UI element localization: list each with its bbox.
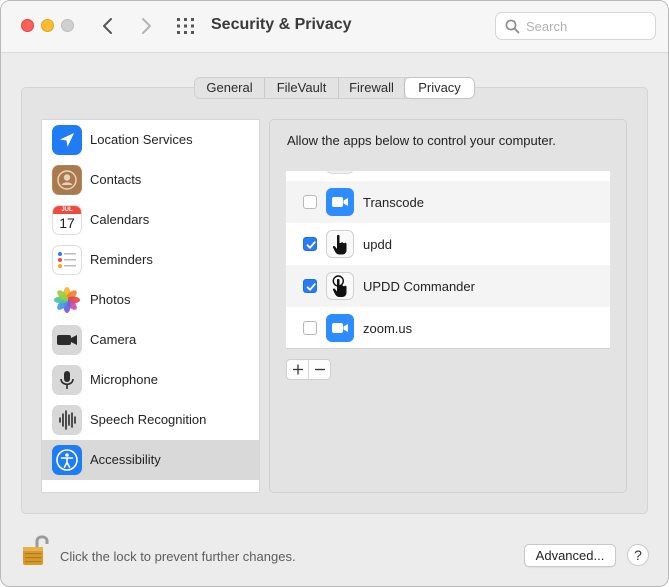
sidebar-item-contacts[interactable]: Contacts (42, 160, 259, 200)
sidebar-item-label: Calendars (90, 212, 150, 227)
sidebar-item-speech-recognition[interactable]: Speech Recognition (42, 400, 259, 440)
checkmark-icon (306, 241, 316, 249)
hand-pointer-icon (326, 230, 354, 258)
window-title: Security & Privacy (211, 16, 352, 33)
app-label: zoom.us (363, 321, 413, 336)
app-label: updd (363, 237, 392, 252)
chevron-left-icon (103, 18, 112, 34)
reminders-icon (52, 245, 82, 275)
lock-status-text: Click the lock to prevent further change… (60, 549, 296, 564)
sidebar-item-label: Reminders (90, 252, 153, 267)
sidebar-item-microphone[interactable]: Microphone (42, 360, 259, 400)
camera-icon (52, 325, 82, 355)
checkmark-icon (306, 283, 316, 291)
add-remove-control (286, 359, 331, 380)
zoom-video-icon (326, 314, 354, 342)
hand-touch-icon (326, 272, 354, 300)
sidebar-item-location-services[interactable]: Location Services (42, 120, 259, 160)
remove-app-button[interactable] (309, 360, 331, 379)
minus-icon (315, 368, 325, 371)
lock-button[interactable] (20, 533, 53, 569)
zoom-video-icon (326, 188, 354, 216)
search-field[interactable] (495, 12, 656, 40)
app-label: UPDD Commander (363, 279, 475, 294)
tab-privacy[interactable]: Privacy (405, 78, 474, 98)
sidebar-item-label: Speech Recognition (90, 412, 207, 427)
sidebar-item-camera[interactable]: Camera (42, 320, 259, 360)
app-row-zoom[interactable]: zoom.us (286, 307, 610, 348)
accessibility-icon (52, 445, 82, 475)
list-item-partial[interactable] (286, 171, 610, 181)
zoom-window-button[interactable] (61, 19, 74, 32)
calendar-day: 17 (59, 215, 75, 231)
sidebar-item-calendars[interactable]: JUL 17 Calendars (42, 200, 259, 240)
app-row-transcode[interactable]: Transcode (286, 181, 610, 223)
updd-commander-checkbox[interactable] (303, 279, 317, 293)
chevron-right-icon (142, 18, 151, 34)
add-app-button[interactable] (287, 360, 309, 379)
sidebar-item-reminders[interactable]: Reminders (42, 240, 259, 280)
forward-button[interactable] (135, 14, 157, 38)
help-button[interactable]: ? (627, 544, 649, 566)
photos-icon (52, 285, 82, 315)
advanced-button[interactable]: Advanced... (524, 544, 616, 567)
app-label: Transcode (363, 195, 424, 210)
calendar-month: JUL (53, 206, 81, 214)
tab-bar: General FileVault Firewall Privacy (194, 77, 475, 99)
sidebar-item-partial[interactable] (42, 488, 259, 492)
microphone-icon (52, 365, 82, 395)
plus-icon (293, 364, 303, 375)
grid-dots-icon (177, 18, 194, 34)
sidebar-item-accessibility[interactable]: Accessibility (42, 440, 259, 480)
preferences-window: Security & Privacy General FileVault Fir… (0, 0, 669, 587)
waveform-icon (52, 405, 82, 435)
contacts-icon (52, 165, 82, 195)
app-row-updd[interactable]: updd (286, 223, 610, 265)
calendar-icon: JUL 17 (52, 205, 82, 235)
panel-instructions: Allow the apps below to control your com… (287, 133, 556, 148)
location-arrow-icon (52, 125, 82, 155)
tab-filevault[interactable]: FileVault (265, 78, 339, 98)
back-button[interactable] (97, 14, 119, 38)
app-row-updd-commander[interactable]: UPDD Commander (286, 265, 610, 307)
zoom-checkbox[interactable] (303, 321, 317, 335)
close-window-button[interactable] (21, 19, 34, 32)
updd-checkbox[interactable] (303, 237, 317, 251)
title-bar: Security & Privacy (1, 1, 668, 53)
sidebar-item-label: Photos (90, 292, 131, 307)
minimize-window-button[interactable] (41, 19, 54, 32)
tab-general[interactable]: General (195, 78, 265, 98)
sidebar-item-photos[interactable]: Photos (42, 280, 259, 320)
sidebar-item-label: Camera (90, 332, 137, 347)
sidebar-item-label: Location Services (90, 132, 193, 147)
sidebar-item-label: Accessibility (90, 452, 161, 467)
unlocked-padlock-icon (23, 535, 49, 565)
transcode-checkbox[interactable] (303, 195, 317, 209)
privacy-category-list[interactable]: Location Services Contacts JUL 17 Calend… (41, 119, 260, 493)
tab-firewall[interactable]: Firewall (339, 78, 405, 98)
partial-app-icon (326, 171, 354, 174)
show-all-button[interactable] (175, 16, 197, 36)
search-input[interactable] (526, 16, 650, 36)
sidebar-item-label: Contacts (90, 172, 142, 187)
search-icon (505, 19, 520, 34)
app-list[interactable]: Transcode updd UPDD Commander zoom.us (286, 171, 610, 349)
sidebar-item-label: Microphone (90, 372, 158, 387)
